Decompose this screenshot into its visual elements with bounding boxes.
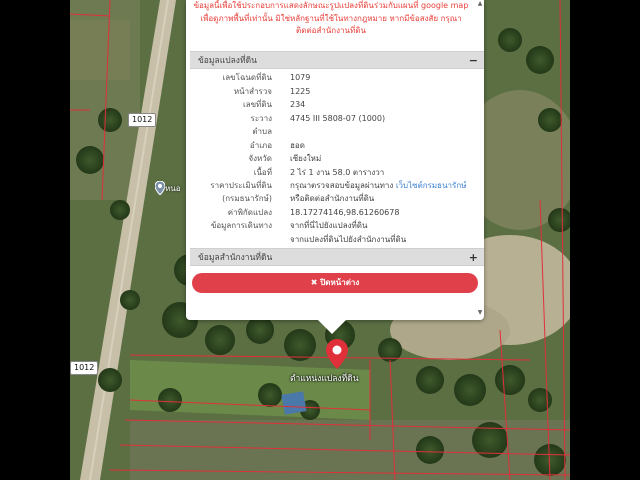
land-info-label: จังหวัด [248,154,272,163]
land-info-value: 234 [290,100,306,109]
land-info-value: เชียงใหม่ [290,154,322,163]
coords-link[interactable]: 18.17274146,98.61260678 [290,207,399,219]
map-pin-icon[interactable] [326,339,348,369]
directions-to-office-link[interactable]: จากแปลงที่ดินไปยังสำนักงานที่ดิน [290,234,406,246]
land-info-value: 2 ไร่ 1 งาน 58.0 ตารางวา [290,167,385,177]
place-label: หนอ [165,184,181,193]
price-row-2: (กรมธนารักษ์) หรือติดต่อสำนักงานที่ดิน [190,193,484,205]
collapse-minus-icon[interactable]: − [469,52,478,70]
travel-row-2: จากแปลงที่ดินไปยังสำนักงานที่ดิน [190,234,484,246]
price-value: กรุณาตรวจสอบข้อมูลผ่านทาง เว็บไซต์กรมธนา… [290,180,466,192]
land-info-row: เลขโฉนดที่ดิน 1079 [190,72,484,84]
price-contact-text: หรือติดต่อสำนักงานที่ดิน [290,194,375,203]
close-window-button[interactable]: ✖ ปิดหน้าต่าง [192,273,478,293]
travel-row: ข้อมูลการเดินทาง จากที่นี่ไปยังแปลงที่ดิ… [190,220,484,232]
price-label: ราคาประเมินที่ดิน [210,181,272,190]
travel-label: ข้อมูลการเดินทาง [210,221,272,230]
price-label-2: (กรมธนารักษ์) [222,194,272,203]
disclaimer-notice: ข้อมูลนี้เพื่อใช้ประกอบการแสดงลักษณะรูปแ… [186,0,476,38]
close-x-icon: ✖ [310,278,318,287]
close-button-label: ปิดหน้าต่าง [320,278,360,287]
office-info-panel-title: ข้อมูลสำนักงานที่ดิน [198,253,273,263]
land-info-row: จังหวัด เชียงใหม่ [190,153,484,165]
road-number-label: 1012 [128,113,157,127]
treasury-website-link[interactable]: เว็บไซต์กรมธนารักษ์ [396,181,467,190]
land-info-row: เลขที่ดิน 234 [190,99,484,111]
coords-label: ค่าพิกัดแปลง [227,208,272,217]
land-info-panel-title: ข้อมูลแปลงที่ดิน [198,56,257,66]
land-info-label: เลขที่ดิน [242,100,272,109]
land-info-value: 1225 [290,86,311,96]
land-info-row: อำเภอ ฮอด [190,140,484,152]
expand-plus-icon[interactable]: + [469,249,478,267]
notice-line: ข้อมูลนี้เพื่อใช้ประกอบการแสดงลักษณะรูปแ… [193,1,469,10]
land-info-label: เลขโฉนดที่ดิน [222,73,272,82]
land-info-label: อำเภอ [249,140,272,150]
scroll-up-arrow-icon[interactable]: ▲ [476,0,484,8]
land-info-label: ระวาง [250,113,272,123]
office-info-panel-header[interactable]: ข้อมูลสำนักงานที่ดิน + [190,248,484,266]
land-info-value: ฮอด [290,140,305,150]
land-info-row: เนื้อที่ 2 ไร่ 1 งาน 58.0 ตารางวา [190,167,484,179]
land-info-value: 1079 [290,73,311,82]
price-row: ราคาประเมินที่ดิน กรุณาตรวจสอบข้อมูลผ่าน… [190,180,484,192]
land-info-panel-header[interactable]: ข้อมูลแปลงที่ดิน − [190,51,484,69]
road-number-label: 1012 [70,361,99,375]
land-info-row: ระวาง 4745 III 5808-07 (1000) [190,113,484,125]
land-info-row: หน้าสำรวจ 1225 [190,86,484,98]
land-info-value: 4745 III 5808-07 (1000) [290,113,386,123]
directions-to-parcel-link[interactable]: จากที่นี่ไปยังแปลงที่ดิน [290,220,367,232]
scroll-down-arrow-icon[interactable]: ▼ [476,309,484,317]
land-info-label: เนื้อที่ [253,167,272,177]
land-info-row: ตำบล [190,126,484,138]
place-pin-icon[interactable] [155,181,165,195]
notice-line: เพื่อดูภาพพื้นที่เท่านั้น มิใช่หลักฐานที… [200,13,462,23]
marker-label: ตำแหน่งแปลงที่ดิน [290,374,359,384]
notice-line: ติดต่อสำนักงานที่ดิน [296,26,366,35]
land-info-label: หน้าสำรวจ [233,86,272,96]
coords-row: ค่าพิกัดแปลง 18.17274146,98.61260678 [190,207,484,219]
price-text: กรุณาตรวจสอบข้อมูลผ่านทาง [290,181,396,190]
land-info-label: ตำบล [252,127,272,136]
